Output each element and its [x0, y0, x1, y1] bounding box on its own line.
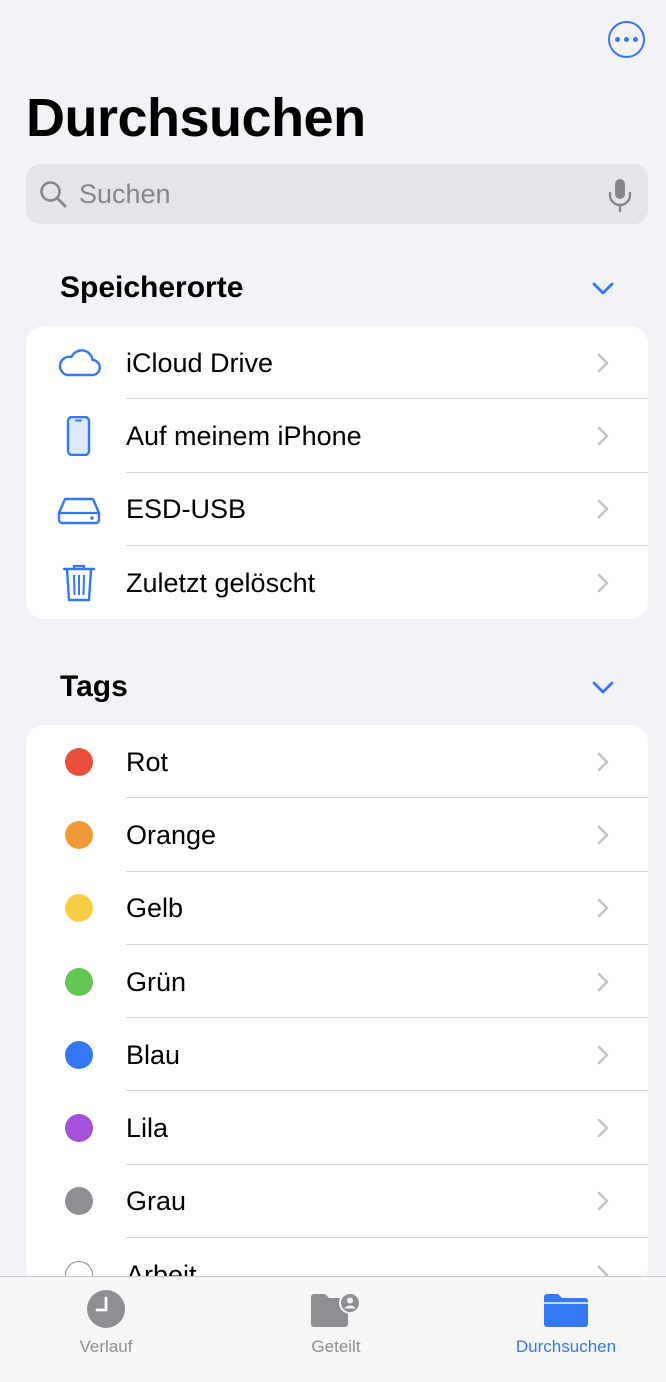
search-placeholder: Suchen [79, 179, 171, 209]
chevron-right-icon [597, 1045, 609, 1065]
tab-bar: Verlauf Geteilt Durchsuchen [0, 1276, 666, 1382]
tag-color-dot [65, 747, 93, 776]
chevron-right-icon [597, 898, 609, 918]
clock-icon [87, 1290, 125, 1328]
tag-label: Lila [126, 1113, 169, 1144]
chevron-right-icon [597, 972, 609, 991]
location-label: Zuletzt gelöscht [126, 567, 316, 598]
tag-color-dot [65, 1114, 93, 1143]
ellipsis-dot [624, 37, 629, 42]
tag-color-dot [65, 1040, 93, 1069]
page-title: Durchsuchen [26, 88, 366, 148]
tag-row[interactable]: Blau [26, 1018, 648, 1092]
location-label: iCloud Drive [126, 347, 274, 378]
chevron-right-icon [597, 573, 609, 592]
tag-label: Blau [126, 1039, 181, 1070]
tag-label: Gelb [126, 893, 184, 924]
tag-label: Grau [126, 1186, 187, 1217]
tag-label: Orange [126, 819, 217, 850]
location-label: ESD-USB [126, 494, 247, 525]
tab-browse[interactable]: Durchsuchen [486, 1277, 646, 1382]
section-header-tags: Tags [60, 670, 128, 703]
tab-recents[interactable]: Verlauf [26, 1277, 186, 1382]
chevron-right-icon [597, 426, 609, 446]
shared-folder-icon [311, 1292, 361, 1327]
chevron-right-icon [597, 1192, 609, 1211]
tag-row[interactable]: Gelb [26, 872, 648, 945]
tag-row[interactable]: Grau [26, 1165, 648, 1239]
location-label: Auf meinem iPhone [126, 420, 362, 451]
tag-color-dot [65, 1187, 93, 1216]
tag-color-dot [65, 894, 93, 923]
external-drive-icon [57, 498, 101, 525]
ellipsis-dot [633, 37, 638, 42]
tag-row[interactable]: Rot [26, 725, 648, 799]
tag-label: Grün [126, 966, 187, 997]
tag-color-dot [65, 820, 93, 849]
microphone-icon[interactable] [606, 177, 634, 213]
location-row-esd-usb[interactable]: ESD-USB [26, 473, 648, 546]
trash-icon [62, 564, 96, 601]
tag-row[interactable]: Grün [26, 945, 648, 1019]
locations-list: iCloud Drive Auf meinem iPhone ESD-USB Z… [26, 326, 648, 620]
chevron-right-icon [597, 353, 609, 372]
more-options-button[interactable] [608, 21, 645, 58]
tab-label: Verlauf [79, 1337, 133, 1356]
tab-label: Geteilt [311, 1337, 361, 1356]
section-header-locations: Speicherorte [60, 271, 244, 304]
location-row-on-my-iphone[interactable]: Auf meinem iPhone [26, 399, 648, 473]
chevron-right-icon [597, 825, 609, 845]
chevron-down-icon[interactable] [591, 680, 615, 696]
chevron-right-icon [597, 499, 609, 519]
location-row-icloud-drive[interactable]: iCloud Drive [26, 326, 648, 400]
tag-row[interactable]: Orange [26, 798, 648, 872]
search-icon [40, 181, 67, 208]
search-input[interactable]: Suchen [26, 164, 648, 224]
tab-shared[interactable]: Geteilt [256, 1277, 416, 1382]
chevron-down-icon[interactable] [591, 281, 615, 297]
ellipsis-icon [615, 37, 620, 42]
tag-label: Rot [126, 746, 169, 777]
location-row-recently-deleted[interactable]: Zuletzt gelöscht [26, 546, 648, 619]
files-browse-screen: Durchsuchen Suchen Speicherorte iCloud D… [0, 0, 666, 1382]
iphone-icon [66, 415, 91, 456]
chevron-right-icon [597, 752, 609, 771]
tag-color-dot [65, 967, 93, 996]
tag-row[interactable]: Lila [26, 1091, 648, 1165]
cloud-icon [58, 348, 101, 376]
tags-list: Rot Orange Gelb Grün Blau Lila Grau Arbeit [26, 725, 648, 1285]
folder-icon [544, 1294, 588, 1327]
chevron-right-icon [597, 1118, 609, 1138]
tab-label: Durchsuchen [515, 1337, 617, 1356]
